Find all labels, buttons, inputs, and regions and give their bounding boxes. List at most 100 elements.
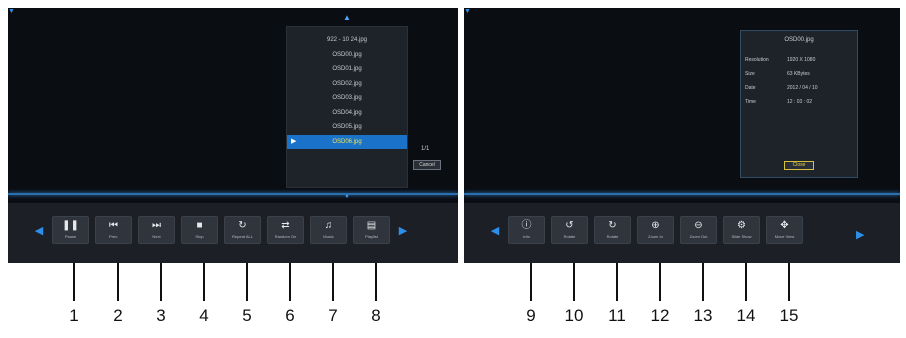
left-screen: ▲ 922 - 10 24.jpg OSD00.jpg OSD01.jpg OS… — [8, 8, 458, 263]
callout: 8 — [361, 263, 391, 325]
callout-number: 11 — [608, 306, 626, 325]
info-key: Date — [745, 85, 756, 91]
zoom-in-button[interactable]: ⊕ Zoom In — [637, 216, 674, 244]
rotate-left-label: Rotate — [563, 234, 576, 239]
move-view-icon: ✥ — [780, 220, 789, 231]
cancel-button[interactable]: Cancel — [413, 160, 441, 170]
info-key: Size — [745, 71, 755, 77]
stop-button[interactable]: ■ Stop — [181, 216, 218, 244]
info-key: Time — [745, 99, 756, 105]
right-toolbar: ◀ ⓘ Info ↺ Rotate ↻ Rotate ⊕ Zoom In ⊖ Z… — [488, 213, 809, 247]
file-list-item[interactable]: OSD00.jpg — [287, 48, 407, 63]
callout: 10 — [559, 263, 589, 325]
repeat-icon: ↻ — [238, 220, 247, 231]
slide-show-button[interactable]: ⚙ Slide Show — [723, 216, 760, 244]
music-icon: ♫ — [324, 220, 333, 231]
callout: 15 — [774, 263, 804, 325]
file-list-item[interactable]: OSD05.jpg — [287, 120, 407, 135]
callout-line — [702, 263, 704, 301]
previous-button[interactable]: ⏮ Prev. — [95, 216, 132, 244]
previous-label: Prev. — [108, 234, 119, 239]
stop-icon: ■ — [196, 220, 203, 231]
info-icon: ⓘ — [521, 220, 532, 231]
file-list: 922 - 10 24.jpg OSD00.jpg OSD01.jpg OSD0… — [287, 33, 407, 149]
repeat-label: Repeat ALL — [232, 234, 253, 239]
callout-number: 6 — [285, 306, 295, 325]
move-view-button[interactable]: ✥ Move View — [766, 216, 803, 244]
zoom-out-icon: ⊖ — [694, 220, 703, 231]
callout-line — [573, 263, 575, 301]
stop-label: Stop — [195, 234, 204, 239]
rotate-right-button[interactable]: ↻ Rotate — [594, 216, 631, 244]
next-button[interactable]: ⏭ Next — [138, 216, 175, 244]
rotate-left-button[interactable]: ↺ Rotate — [551, 216, 588, 244]
callout-number: 4 — [199, 306, 209, 325]
random-icon: ⇄ — [281, 220, 290, 231]
close-button[interactable]: Close — [784, 161, 814, 170]
callout-number: 15 — [779, 306, 799, 325]
callout-line — [616, 263, 618, 301]
music-label: Music — [323, 234, 334, 239]
callout-number: 14 — [736, 306, 756, 325]
callout: 3 — [146, 263, 176, 325]
playlist-icon: ▤ — [366, 220, 377, 231]
callout-line — [203, 263, 205, 301]
slide-show-label: Slide Show — [731, 234, 752, 239]
file-list-item[interactable]: OSD01.jpg — [287, 62, 407, 77]
zoom-in-icon: ⊕ — [651, 220, 660, 231]
pause-label: Pause — [64, 234, 77, 239]
repeat-button[interactable]: ↻ Repeat ALL — [224, 216, 261, 244]
pause-icon: ❚❚ — [62, 220, 79, 231]
toolbar-right-arrow-icon[interactable]: ▶ — [396, 224, 410, 237]
callout-line — [788, 263, 790, 301]
info-value: 12 : 03 : 02 — [787, 99, 813, 105]
playlist-button[interactable]: ▤ Playlist — [353, 216, 390, 244]
callout-number: 10 — [564, 306, 584, 325]
callout-line — [530, 263, 532, 301]
toolbar-right-arrow-icon[interactable]: ▶ — [856, 228, 864, 241]
info-value: 63 KBytes — [787, 71, 810, 77]
left-toolbar: ◀ ❚❚ Pause ⏮ Prev. ⏭ Next ■ Stop ↻ Repea… — [32, 213, 410, 247]
file-list-item[interactable]: OSD04.jpg — [287, 106, 407, 121]
callout: 14 — [731, 263, 761, 325]
callout-line — [160, 263, 162, 301]
info-button[interactable]: ⓘ Info — [508, 216, 545, 244]
gear-icon: ⚙ — [737, 220, 746, 231]
callout-number: 3 — [156, 306, 166, 325]
callout: 9 — [516, 263, 546, 325]
callout: 6 — [275, 263, 305, 325]
info-value: 1920 X 1080 — [787, 57, 816, 63]
zoom-in-label: Zoom In — [648, 234, 663, 239]
file-list-item-selected[interactable]: OSD06.jpg — [287, 134, 407, 149]
divider-glow — [464, 193, 900, 195]
callout: 11 — [602, 263, 632, 325]
next-icon: ⏭ — [152, 220, 161, 231]
music-button[interactable]: ♫ Music — [310, 216, 347, 244]
file-list-item[interactable]: OSD03.jpg — [287, 91, 407, 106]
random-button[interactable]: ⇄ Random On — [267, 216, 304, 244]
callout-line — [659, 263, 661, 301]
divider-glow — [8, 193, 458, 195]
info-title: OSD00.jpg — [784, 37, 814, 43]
info-value: 2012 / 04 / 10 — [787, 85, 818, 91]
pause-button[interactable]: ❚❚ Pause — [52, 216, 89, 244]
toolbar-left-arrow-icon[interactable]: ◀ — [32, 224, 46, 237]
callout: 4 — [189, 263, 219, 325]
callout-number: 1 — [69, 306, 79, 325]
rotate-right-icon: ↻ — [608, 220, 617, 231]
file-list-item[interactable]: 922 - 10 24.jpg — [287, 33, 407, 48]
move-view-label: Move View — [774, 234, 795, 239]
right-screen: OSD00.jpg Resolution 1920 X 1080 Size 63… — [464, 8, 900, 263]
zoom-out-button[interactable]: ⊖ Zoom Out — [680, 216, 717, 244]
rotate-right-label: Rotate — [606, 234, 619, 239]
scroll-up-arrow-icon[interactable]: ▲ — [287, 13, 407, 23]
callout-line — [332, 263, 334, 301]
file-list-item[interactable]: OSD02.jpg — [287, 77, 407, 92]
callout-line — [289, 263, 291, 301]
toolbar-down-arrow-icon[interactable]: ▼ — [464, 8, 900, 15]
rotate-left-icon: ↺ — [565, 220, 574, 231]
callout-line — [73, 263, 75, 301]
callout: 1 — [59, 263, 89, 325]
info-label: Info — [523, 234, 530, 239]
toolbar-left-arrow-icon[interactable]: ◀ — [488, 224, 502, 237]
